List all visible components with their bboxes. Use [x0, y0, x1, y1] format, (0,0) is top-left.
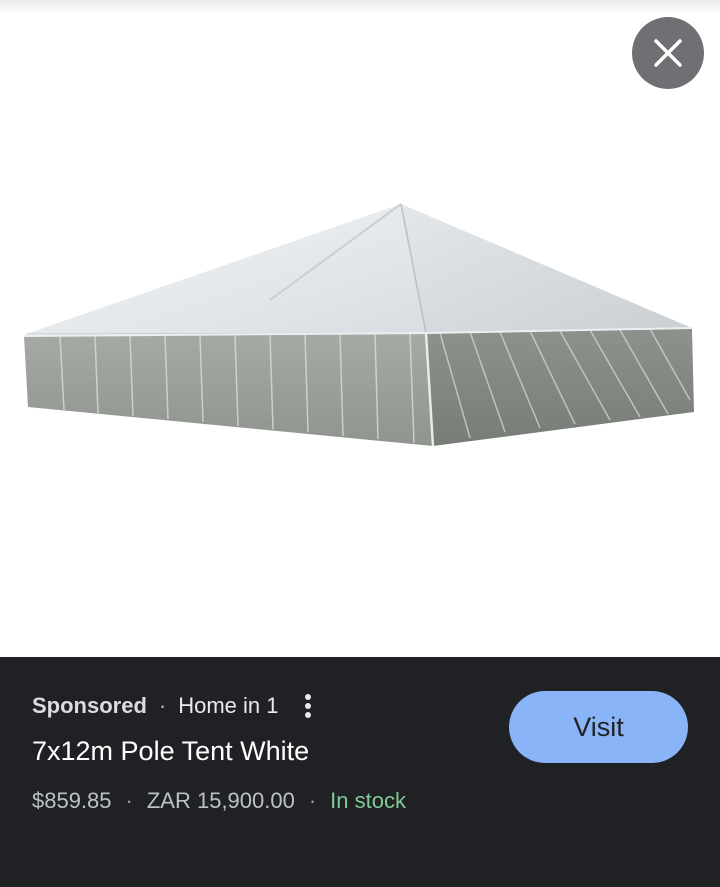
stock-status: In stock: [330, 788, 406, 813]
merchant-name[interactable]: Home in 1: [178, 693, 278, 719]
price-row: $859.85 · ZAR 15,900.00 · In stock: [32, 785, 406, 817]
sponsored-label: Sponsored: [32, 693, 147, 718]
product-image-area: [0, 0, 720, 657]
close-button[interactable]: [632, 17, 704, 89]
stock-separator: ·: [308, 788, 317, 813]
price: $859.85: [32, 788, 112, 813]
more-options-button[interactable]: [293, 688, 323, 724]
meta-separator: ·: [158, 693, 167, 718]
alt-price: ZAR 15,900.00: [146, 788, 295, 813]
more-vertical-icon: [304, 694, 311, 718]
product-image: [23, 203, 694, 447]
close-icon: [654, 39, 682, 67]
price-separator: ·: [125, 788, 133, 813]
ad-meta-row: Sponsored · Home in 1: [32, 688, 323, 724]
product-title[interactable]: 7x12m Pole Tent White: [32, 736, 309, 767]
visit-button[interactable]: Visit: [509, 691, 688, 763]
